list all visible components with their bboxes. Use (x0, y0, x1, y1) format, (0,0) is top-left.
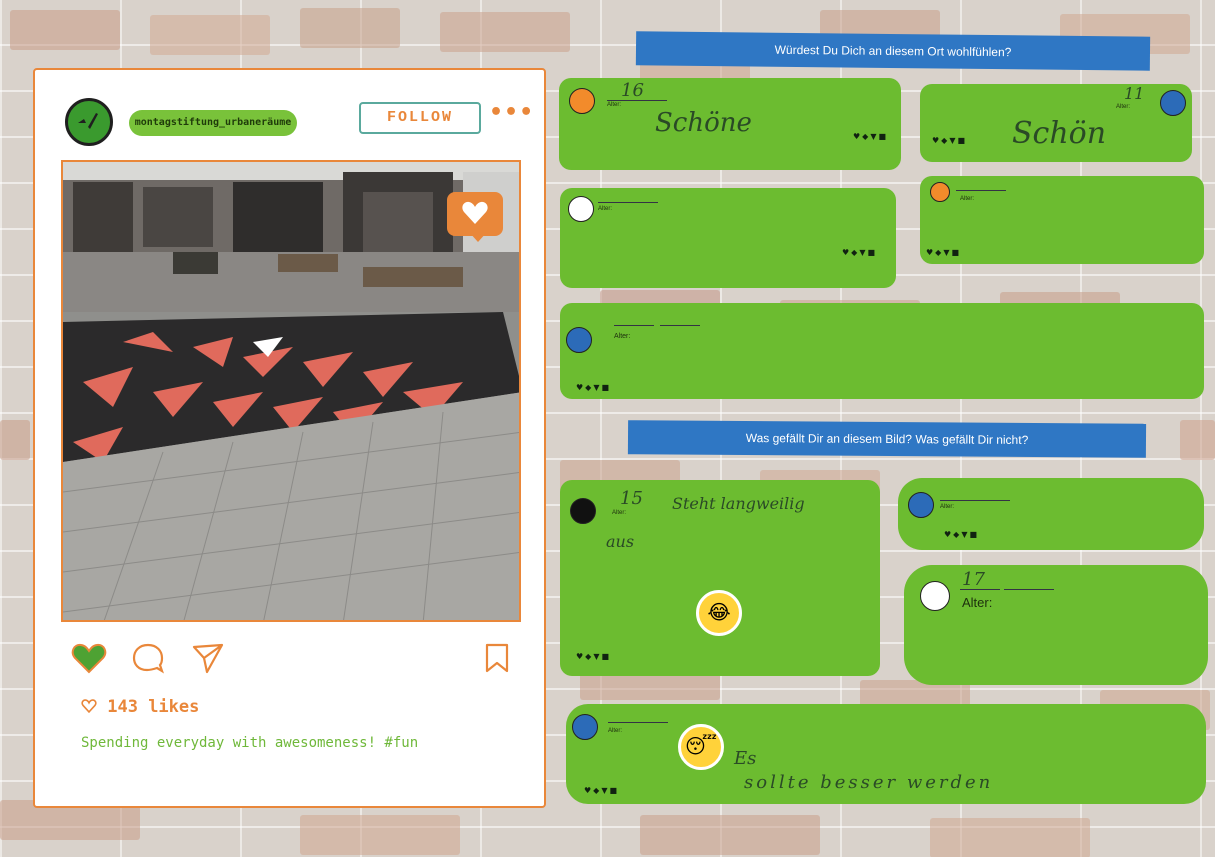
comment-6-age: 15 (620, 488, 643, 509)
like-notification-badge (447, 192, 503, 242)
logo-icon (78, 113, 98, 129)
comment-avatar-7 (908, 492, 934, 518)
heart-icon (462, 201, 488, 224)
comment-avatar-9 (572, 714, 598, 740)
comment-icon[interactable] (131, 642, 165, 674)
alter-label: Alter: (612, 510, 627, 516)
laughing-emoji: 😂 (696, 590, 742, 636)
comment-bubble-6: 15 Alter: Steht langweilig aus 😂 ♥◆▼■ (560, 480, 880, 676)
comment-avatar-1 (569, 88, 595, 114)
heart-outline-icon (81, 699, 97, 714)
comment-bubble-5: Alter: ♥◆▼■ (560, 303, 1204, 399)
likes-text: 143 likes (107, 697, 200, 717)
follow-button[interactable]: FOLLOW (359, 102, 481, 134)
comment-1-text: Schöne (655, 108, 752, 138)
sleeping-emoji: 😴 (678, 724, 724, 770)
share-icon[interactable] (191, 642, 225, 674)
comment-avatar-2 (1160, 90, 1186, 116)
comment-6-text: Steht langweilig (672, 494, 805, 513)
question-tape-2: Was gefällt Dir an diesem Bild? Was gefä… (627, 420, 1147, 458)
profile-avatar[interactable] (65, 98, 113, 146)
comment-2-age: 11 (1124, 84, 1145, 103)
more-options-icon[interactable]: ••• (489, 100, 534, 125)
alter-label: Alter: (598, 206, 613, 212)
instagram-post-card: montagstiftung_urbaneräume FOLLOW ••• 14… (33, 68, 546, 808)
comment-6-icons: ♥◆▼■ (576, 652, 612, 661)
question-tape-1: Würdest Du Dich an diesem Ort wohlfühlen… (635, 31, 1151, 71)
alter-label: Alter: (614, 333, 631, 340)
alter-label: Alter: (960, 196, 975, 202)
comment-bubble-4: Alter: ♥◆▼■ (920, 176, 1204, 264)
comment-bubble-1: 16 Alter: Schöne ♥◆▼■ (559, 78, 901, 170)
comment-avatar-3 (568, 196, 594, 222)
comment-2-text: Schön (1012, 116, 1107, 151)
comment-3-icons: ♥◆▼■ (842, 248, 878, 257)
comment-avatar-8 (920, 581, 950, 611)
comment-1-icons: ♥◆▼■ (853, 132, 889, 141)
comment-avatar-5 (566, 327, 592, 353)
comment-1-age: 16 (621, 80, 644, 101)
comment-avatar-6 (570, 498, 596, 524)
comment-bubble-9: Alter: 😴 Es sollte besser werden ♥◆▼■ (566, 704, 1206, 804)
alter-label: Alter: (962, 595, 993, 610)
question-2-text: Was gefällt Dir an diesem Bild? Was gefä… (745, 431, 1029, 447)
comment-bubble-8: 17 Alter: (904, 565, 1208, 685)
like-heart-icon[interactable] (71, 642, 107, 674)
comment-9-text2: sollte besser werden (744, 772, 994, 793)
likes-count: 143 likes (81, 697, 199, 717)
alter-label: Alter: (1116, 104, 1131, 110)
comment-2-icons: ♥◆▼■ (932, 136, 968, 145)
alter-label: Alter: (607, 102, 622, 108)
comment-9-icons: ♥◆▼■ (584, 786, 620, 795)
comment-9-text: Es (734, 748, 757, 769)
comment-7-icons: ♥◆▼■ (944, 530, 980, 539)
post-caption: Spending everyday with awesomeness! #fun (81, 735, 419, 751)
bookmark-icon[interactable] (483, 642, 511, 674)
comment-8-age: 17 (962, 569, 985, 590)
comment-bubble-7: Alter: ♥◆▼■ (898, 478, 1204, 550)
comment-5-icons: ♥◆▼■ (576, 383, 612, 392)
comment-bubble-3: Alter: ♥◆▼■ (560, 188, 896, 288)
comment-4-icons: ♥◆▼■ (926, 248, 962, 257)
username-pill[interactable]: montagstiftung_urbaneräume (129, 110, 297, 136)
alter-label: Alter: (940, 504, 955, 510)
question-1-text: Würdest Du Dich an diesem Ort wohlfühlen… (774, 42, 1012, 60)
post-actions-bar (71, 642, 521, 678)
alter-label: Alter: (608, 728, 623, 734)
comment-avatar-4 (930, 182, 950, 202)
comment-bubble-2: 11 Alter: Schön ♥◆▼■ (920, 84, 1192, 162)
comment-6-text2: aus (606, 532, 635, 551)
